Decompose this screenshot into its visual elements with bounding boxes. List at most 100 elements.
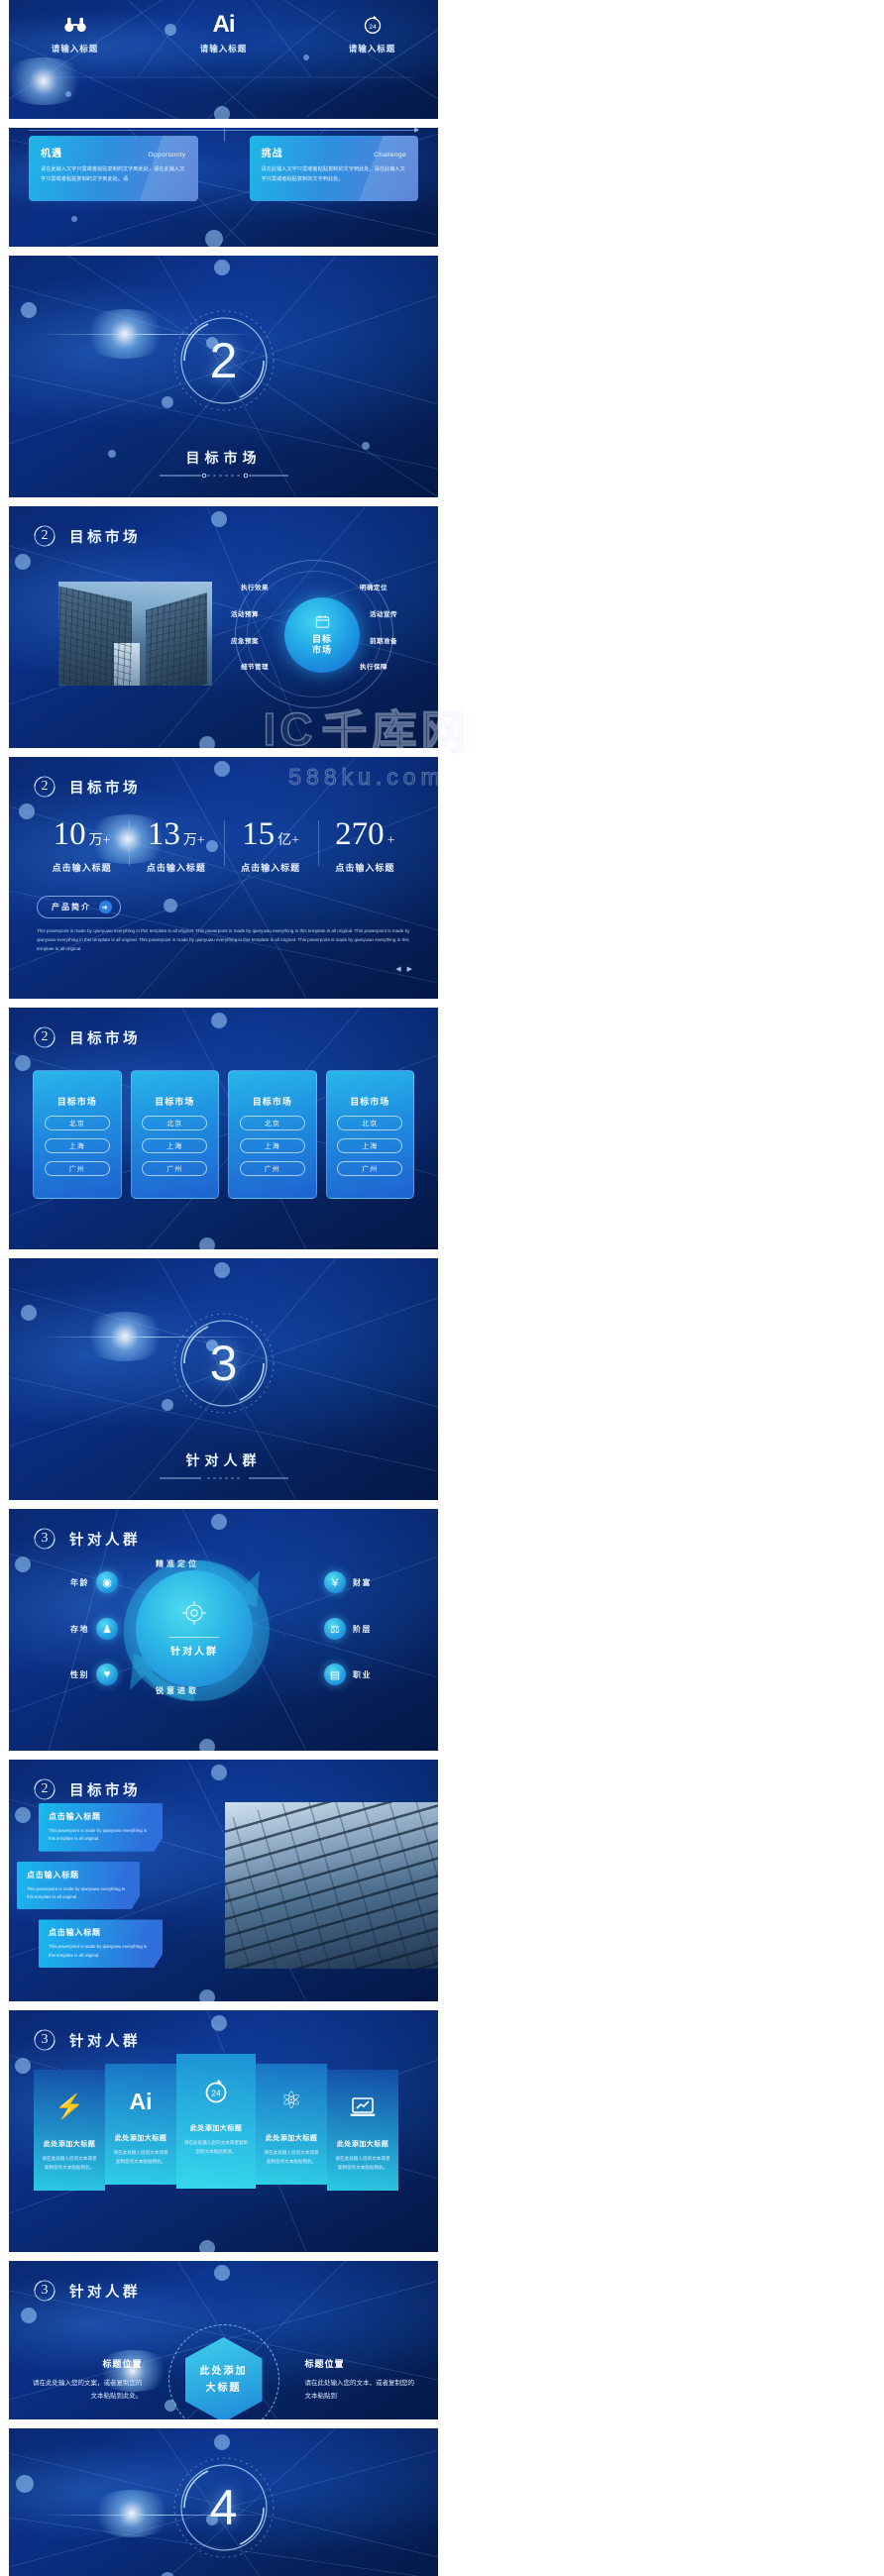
slide-market-detail[interactable]: 2 目标市场 点击输入标题 This powerpoint is made by…	[9, 1760, 438, 2001]
market-card-option[interactable]: 上海	[337, 1138, 403, 1153]
audience-node-left[interactable]: 年龄 ◉	[70, 1571, 118, 1593]
wheel-pill-left[interactable]: 应急预案	[231, 635, 259, 645]
section-number-badge: 2	[31, 1775, 58, 1803]
wheel-pill-right[interactable]: 活动宣传	[370, 608, 397, 618]
audience-node-left[interactable]: 性别 ♥	[70, 1664, 118, 1685]
swot-card-challenge[interactable]: 挑战 Challenge 请在此输入文字只需或者粘贴复制的文字到此处，请在此输入…	[249, 136, 418, 201]
slide-swot[interactable]: 机遇 Opportunity 请在此输入文字只需或者粘贴复制的文字到此处，请在此…	[9, 128, 438, 247]
ribbon-title: 此处添加大标题	[114, 2135, 167, 2142]
slide-audience-circle[interactable]: 3 针对人群 针对人群 精准定位 锐意进取 年龄 ◉ 存地 ♟ 性别 ♥ ￥ 财…	[9, 1509, 438, 1751]
ribbon-list: ⚡ 此处添加大标题 请在此处输入您的文本或者复制您的文本粘贴到此。 Ai 此处添…	[34, 2054, 413, 2191]
market-card-option[interactable]: 上海	[239, 1138, 305, 1153]
tag-card-title: 点击输入标题	[49, 1812, 101, 1821]
market-card-option[interactable]: 广州	[239, 1161, 305, 1176]
slide-statistics[interactable]: 2 目标市场 10 万+ 点击输入标题 13 万+ 点击输入标题 15 亿+ 点击输入…	[9, 757, 438, 999]
audience-center-label: 针对人群	[170, 1647, 218, 1658]
market-wheel: 目标 市场 执行效果 活动预算 应急预案 细节管理 明确定位 活动宣传 前期准备…	[231, 560, 397, 708]
ribbon-card[interactable]: Ai 此处添加大标题 请在此处输入您的文本或者复制您的文本粘贴到此。	[105, 2064, 176, 2185]
stat-value: 13	[147, 816, 180, 852]
slide-header: 2 目标市场	[31, 1775, 141, 1803]
pyramid-item-list: 请输入标题 Ai 请输入标题 24 请输入标题	[9, 11, 438, 54]
tag-card[interactable]: 点击输入标题 This powerpoint is made by qianyu…	[39, 1919, 163, 1969]
slide-hex-highlight[interactable]: 3 针对人群 标题位置 请在此处输入您的文案，或者复制您的文本粘贴到此处。 此处…	[9, 2261, 438, 2419]
slide-market-cards[interactable]: 2 目标市场 目标市场 北京 上海 广州 目标市场 北京 上海 广州 目标市场 …	[9, 1008, 438, 1249]
market-card-title: 目标市场	[155, 1097, 195, 1107]
slide-target-market-wheel[interactable]: 2 目标市场 目标 市场 执行效果 活动预算 应急预案 细节管理 明确定位 活动…	[9, 506, 438, 748]
pyramid-item[interactable]: Ai 请输入标题	[181, 11, 267, 54]
ribbon-body: 请在此处输入您的文本或者复制您的文本粘贴到此。	[183, 2140, 249, 2154]
section-number: 3	[41, 2283, 49, 2298]
market-card-option[interactable]: 广州	[337, 1161, 403, 1176]
section-number-ring: 4	[168, 2452, 279, 2563]
stat-suffix: 万+	[88, 833, 111, 848]
market-card[interactable]: 目标市场 北京 上海 广州	[130, 1070, 219, 1199]
pyramid-item[interactable]: 请输入标题	[33, 12, 118, 54]
slide-section-divider-2[interactable]: 2 目标市场	[9, 256, 438, 497]
audience-node-left[interactable]: 存地 ♟	[70, 1618, 118, 1640]
pager-controls[interactable]: ◀ ▶	[395, 965, 414, 973]
market-card[interactable]: 目标市场 北京 上海 广州	[228, 1070, 317, 1199]
section-number-ring: 2	[168, 305, 279, 416]
tag-card[interactable]: 点击输入标题 This powerpoint is made by qianyu…	[39, 1803, 163, 1852]
market-card-option[interactable]: 北京	[142, 1116, 208, 1130]
slide-feature-ribbons[interactable]: 3 针对人群 ⚡ 此处添加大标题 请在此处输入您的文本或者复制您的文本粘贴到此。…	[9, 2010, 438, 2252]
section-number: 2	[41, 528, 49, 543]
people-icon: ♟	[96, 1618, 118, 1640]
slide-section-divider-3[interactable]: 3 针对人群	[9, 1258, 438, 1500]
wheel-pill-right[interactable]: 前期准备	[370, 635, 397, 645]
audience-node-right[interactable]: ▤ 职业	[324, 1664, 372, 1685]
slide-pyramid[interactable]: 请输入标题 Ai 请输入标题 24 请输入标题	[9, 0, 438, 119]
ribbon-card[interactable]: ⚛ 此处添加大标题 请在此处输入您的文本或者复制您的文本粘贴到此。	[256, 2064, 327, 2185]
market-card[interactable]: 目标市场 北京 上海 广州	[325, 1070, 414, 1199]
node-label: 存地	[70, 1624, 89, 1634]
product-intro-button[interactable]: 产品简介 ➜	[37, 896, 121, 918]
node-label: 职业	[353, 1669, 372, 1679]
node-label: 阶层	[353, 1624, 372, 1634]
wheel-pill-right[interactable]: 执行保障	[360, 661, 387, 671]
wheel-pill-left[interactable]: 细节管理	[241, 661, 269, 671]
tag-card[interactable]: 点击输入标题 This powerpoint is made by qianyu…	[17, 1861, 140, 1910]
market-card-option[interactable]: 广州	[142, 1161, 208, 1176]
node-label: 年龄	[70, 1577, 89, 1587]
audience-center[interactable]: 针对人群	[136, 1570, 253, 1687]
stat-number: 15 亿+	[224, 818, 318, 851]
swot-card-body: 请在此输入文字只需或者粘贴复制的文字到此处，请在此输入文字只需或者粘贴复制的文字…	[41, 166, 185, 182]
audience-node-right[interactable]: ⚖ 阶层	[324, 1618, 372, 1640]
wheel-pill-right[interactable]: 明确定位	[360, 582, 387, 591]
hex-center[interactable]: 此处添加 大标题	[167, 2324, 279, 2419]
ribbon-card[interactable]: 24 此处添加大标题 请在此处输入您的文本或者复制您的文本粘贴到此。	[176, 2054, 256, 2189]
audience-node-right[interactable]: ￥ 财富	[324, 1571, 372, 1593]
section-number-badge: 2	[31, 773, 58, 801]
swot-grid-wrapper: 机遇 Opportunity 请在此输入文字只需或者粘贴复制的文字到此处，请在此…	[29, 128, 419, 229]
section-number-badge: 3	[31, 2277, 58, 2305]
flash-a-icon: ⚡	[55, 2093, 84, 2120]
stat-caption: 点击输入标题	[52, 863, 112, 873]
slide-section-divider-4[interactable]: 4	[9, 2428, 438, 2576]
market-card-option[interactable]: 上海	[44, 1138, 110, 1153]
wheel-pill-left[interactable]: 活动预算	[231, 608, 259, 618]
gender-icon: ♥	[96, 1664, 118, 1685]
ribbon-body: 请在此处输入您的文本或者复制您的文本粘贴到此。	[113, 2150, 168, 2164]
wheel-pill-left[interactable]: 执行效果	[241, 582, 269, 591]
market-card-option[interactable]: 北京	[44, 1116, 110, 1130]
slide-title: 针对人群	[69, 2284, 141, 2301]
ribbon-body: 请在此处输入您的文本或者复制您的文本粘贴到此。	[335, 2156, 390, 2170]
market-card-option[interactable]: 上海	[142, 1138, 208, 1153]
stat-value: 10	[53, 816, 86, 852]
ai-icon: Ai	[129, 2088, 153, 2114]
swot-card-subtitle: Opportunity	[148, 152, 186, 159]
market-card-option[interactable]: 北京	[337, 1116, 403, 1130]
ribbon-card[interactable]: ⚡ 此处添加大标题 请在此处输入您的文本或者复制您的文本粘贴到此。	[34, 2070, 105, 2191]
market-card-option[interactable]: 广州	[44, 1161, 110, 1176]
market-card-option[interactable]: 北京	[239, 1116, 305, 1130]
market-card[interactable]: 目标市场 北京 上海 广州	[33, 1070, 122, 1199]
stat-value: 270	[335, 816, 385, 852]
hex-layout: 标题位置 请在此处输入您的文案，或者复制您的文本粘贴到此处。 此处添加 大标题 …	[9, 2324, 438, 2419]
node-label: 性别	[70, 1669, 89, 1679]
section-number-badge: 3	[31, 1525, 58, 1553]
section-number: 3	[209, 1336, 238, 1391]
ribbon-card[interactable]: 此处添加大标题 请在此处输入您的文本或者复制您的文本粘贴到此。	[327, 2070, 398, 2191]
swot-card-title: 机遇	[41, 149, 62, 160]
swot-card-opportunity[interactable]: 机遇 Opportunity 请在此输入文字只需或者粘贴复制的文字到此处，请在此…	[29, 136, 198, 201]
pyramid-item[interactable]: 24 请输入标题	[330, 12, 415, 54]
